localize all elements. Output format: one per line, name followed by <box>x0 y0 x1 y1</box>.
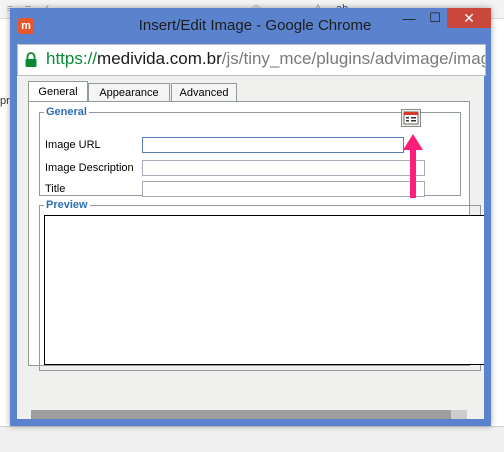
tab-appearance[interactable]: Appearance <box>88 83 170 102</box>
url-path: /js/tiny_mce/plugins/advimage/image <box>221 49 486 68</box>
close-button[interactable]: ✕ <box>447 8 491 28</box>
address-bar[interactable]: https://medivida.com.br/js/tiny_mce/plug… <box>17 44 486 76</box>
url-text: https://medivida.com.br/js/tiny_mce/plug… <box>46 49 486 69</box>
title-bar[interactable]: m Insert/Edit Image - Google Chrome — ☐ … <box>10 8 491 42</box>
url-host: medivida.com.br <box>97 49 222 68</box>
scrollbar-thumb[interactable] <box>31 410 451 419</box>
preview-fieldset: Preview <box>39 199 484 371</box>
browse-button[interactable] <box>401 109 421 127</box>
app-icon-letter: m <box>21 20 31 32</box>
background-footer <box>0 426 504 452</box>
window-title: Insert/Edit Image - Google Chrome <box>138 17 372 34</box>
preview-legend: Preview <box>46 199 88 211</box>
dialog-content: General Appearance Advanced General Imag… <box>17 76 484 419</box>
maximize-icon: ☐ <box>429 10 441 25</box>
popup-window: m Insert/Edit Image - Google Chrome — ☐ … <box>10 8 491 426</box>
close-icon: ✕ <box>463 9 475 26</box>
preview-area <box>44 215 484 365</box>
tab-advanced[interactable]: Advanced <box>171 83 237 102</box>
tab-label: Appearance <box>99 87 159 99</box>
image-description-input[interactable] <box>142 160 425 176</box>
background-text: pr <box>0 95 10 107</box>
tab-label: Advanced <box>179 87 229 99</box>
app-icon: m <box>18 18 34 34</box>
tab-general[interactable]: General <box>28 81 88 102</box>
general-fieldset: General Image URL Image Description Titl… <box>39 106 461 197</box>
tab-label: General <box>38 86 78 98</box>
url-scheme: https:// <box>46 49 98 68</box>
general-legend: General <box>46 106 87 118</box>
maximize-button[interactable]: ☐ <box>422 8 448 28</box>
image-url-input[interactable] <box>142 137 404 153</box>
browse-icon <box>403 111 419 125</box>
title-label: Title <box>45 183 66 195</box>
lock-icon <box>25 52 37 67</box>
minimize-button[interactable]: — <box>396 8 422 28</box>
annotation-arrow <box>403 134 423 198</box>
minimize-icon: — <box>402 10 416 26</box>
title-input[interactable] <box>142 181 425 197</box>
image-url-label: Image URL <box>45 139 101 151</box>
image-description-label: Image Description <box>45 162 134 174</box>
